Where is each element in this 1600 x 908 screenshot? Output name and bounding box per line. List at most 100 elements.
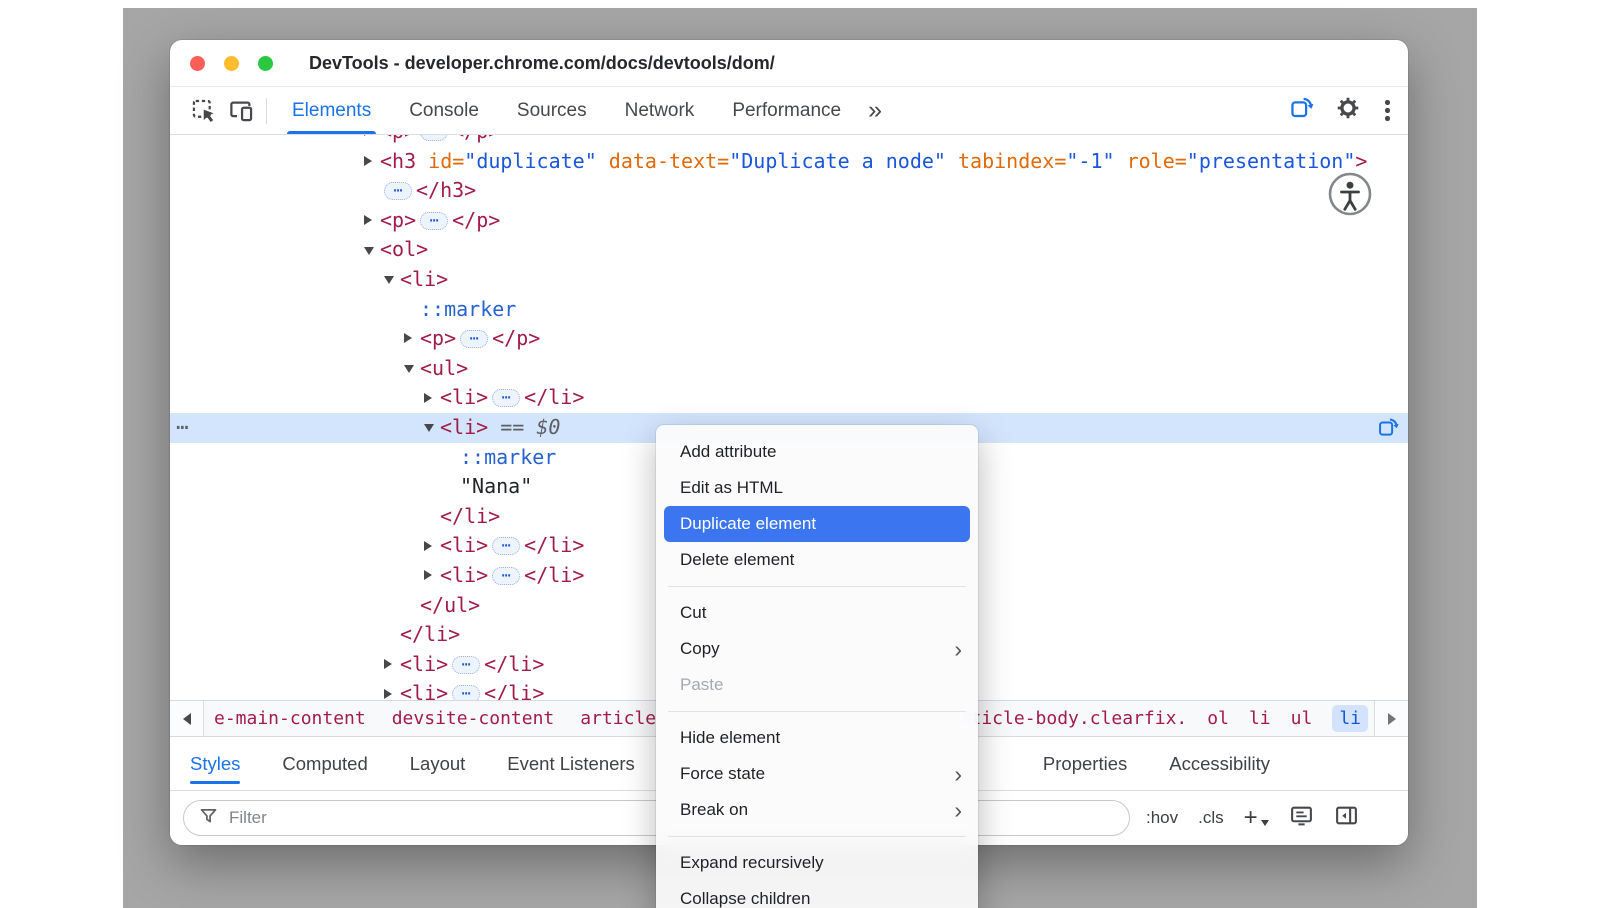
collapsed-content-icon[interactable]: ⋯: [420, 135, 448, 141]
token-tag: </li>: [524, 533, 584, 557]
tab-console[interactable]: Console: [390, 87, 498, 134]
menu-item-break-on[interactable]: Break on›: [656, 792, 978, 828]
expand-arrow-icon[interactable]: [404, 333, 412, 343]
token-val: "Duplicate a node": [729, 149, 946, 173]
expand-arrow-icon[interactable]: [424, 570, 432, 580]
collapsed-content-icon[interactable]: ⋯: [492, 537, 520, 555]
toggle-sidebar-icon[interactable]: [1334, 803, 1359, 833]
menu-item-label: Copy: [680, 639, 720, 659]
breadcrumb-item[interactable]: rticle-body.clearfix.: [960, 708, 1188, 729]
collapse-arrow-icon[interactable]: [384, 276, 394, 284]
tab-label: Performance: [732, 100, 841, 122]
dom-tree-row[interactable]: ::marker: [170, 295, 1408, 325]
submenu-chevron-icon: ›: [954, 638, 962, 661]
rendering-display-icon[interactable]: [1289, 803, 1314, 833]
menu-item-copy[interactable]: Copy ›: [656, 631, 978, 667]
sidebar-tab-styles[interactable]: Styles: [190, 737, 240, 790]
accessibility-widget-button[interactable]: [1328, 172, 1372, 216]
menu-item-duplicate-element[interactable]: Duplicate element: [664, 506, 970, 542]
sync-badge-icon[interactable]: [1289, 95, 1315, 126]
expand-arrow-icon[interactable]: [384, 659, 392, 669]
menu-item-label: Delete element: [680, 550, 794, 570]
expand-arrow-icon[interactable]: [384, 689, 392, 699]
dom-tree-row[interactable]: <p>⋯</p>: [170, 206, 1408, 236]
dom-tree-row[interactable]: <h3 id="duplicate" data-text="Duplicate …: [170, 147, 1408, 177]
panel-tabs: Elements Console Sources Network Performance: [273, 87, 860, 134]
collapsed-content-icon[interactable]: ⋯: [492, 567, 520, 585]
collapsed-content-icon[interactable]: ⋯: [452, 656, 480, 674]
dom-tree-row[interactable]: <p>⋯</p>: [170, 135, 1408, 147]
close-window-button[interactable]: [190, 56, 205, 71]
minimize-window-button[interactable]: [224, 56, 239, 71]
dom-tree-row[interactable]: ⋯</h3>: [170, 176, 1408, 206]
element-classes-button[interactable]: .cls: [1198, 808, 1224, 828]
collapse-arrow-icon[interactable]: [404, 365, 414, 373]
menu-item-add-attribute[interactable]: Add attribute: [656, 434, 978, 470]
expand-arrow-icon[interactable]: [364, 156, 372, 166]
settings-gear-icon[interactable]: [1335, 95, 1361, 126]
collapsed-content-icon[interactable]: ⋯: [452, 685, 480, 700]
breadcrumb-scroll-left-button[interactable]: [170, 701, 204, 736]
toggle-element-state-button[interactable]: :hov: [1146, 808, 1178, 828]
menu-item-cut[interactable]: Cut: [656, 595, 978, 631]
collapsed-content-icon[interactable]: ⋯: [492, 389, 520, 407]
breadcrumb-item[interactable]: devsite-content: [392, 708, 555, 729]
tab-network[interactable]: Network: [606, 87, 714, 134]
collapsed-content-icon[interactable]: ⋯: [384, 182, 412, 200]
dom-tree-row[interactable]: <ol>: [170, 235, 1408, 265]
menu-item-expand-recursively[interactable]: Expand recursively: [656, 845, 978, 881]
new-style-rule-button[interactable]: +: [1244, 808, 1269, 828]
menu-item-collapse-children[interactable]: Collapse children: [656, 881, 978, 908]
dom-tree-row[interactable]: <li>: [170, 265, 1408, 295]
inspect-icon[interactable]: [184, 87, 222, 134]
menu-item-paste[interactable]: Paste: [656, 667, 978, 703]
tab-elements[interactable]: Elements: [273, 87, 390, 134]
token-tag: <li>: [400, 267, 448, 291]
dom-tree-row[interactable]: <p>⋯</p>: [170, 324, 1408, 354]
row-actions-icon[interactable]: ⋯: [176, 413, 190, 443]
sidebar-tab-properties[interactable]: Properties: [1043, 737, 1127, 790]
tab-label: Elements: [292, 100, 371, 122]
sidebar-tab-accessibility[interactable]: Accessibility: [1169, 737, 1270, 790]
breadcrumb-item[interactable]: li: [1249, 708, 1271, 729]
breadcrumb-item-selected[interactable]: li: [1332, 705, 1368, 732]
token-tag: </li>: [524, 385, 584, 409]
breadcrumb-item[interactable]: e-main-content: [214, 708, 366, 729]
collapsed-content-icon[interactable]: ⋯: [420, 212, 448, 230]
dom-tree-row[interactable]: <ul>: [170, 354, 1408, 384]
kebab-menu-icon[interactable]: [1381, 96, 1394, 124]
element-sync-badge-icon[interactable]: [1377, 416, 1400, 439]
expand-arrow-icon[interactable]: [364, 215, 372, 225]
devtools-toolbar: Elements Console Sources Network Performance…: [170, 87, 1408, 135]
token-tag: <li>: [400, 652, 448, 676]
breadcrumb: e-main-content devsite-content article: [204, 701, 656, 736]
expand-arrow-icon[interactable]: [424, 393, 432, 403]
token-tag: </p>: [452, 135, 500, 143]
menu-item-hide-element[interactable]: Hide element: [656, 720, 978, 756]
dom-tree-row[interactable]: <li>⋯</li>: [170, 383, 1408, 413]
sidebar-tab-event-listeners[interactable]: Event Listeners: [507, 737, 635, 790]
breadcrumb-item[interactable]: ol: [1207, 708, 1229, 729]
expand-arrow-icon[interactable]: [424, 541, 432, 551]
tab-sources[interactable]: Sources: [498, 87, 606, 134]
token-tag: <li>: [400, 681, 448, 700]
zoom-window-button[interactable]: [258, 56, 273, 71]
breadcrumb-item[interactable]: article: [580, 708, 656, 729]
expand-arrow-icon[interactable]: [364, 135, 372, 136]
menu-item-delete-element[interactable]: Delete element: [656, 542, 978, 578]
breadcrumb-scroll-right-button[interactable]: [1374, 701, 1408, 736]
menu-item-edit-as-html[interactable]: Edit as HTML: [656, 470, 978, 506]
collapse-arrow-icon[interactable]: [424, 424, 434, 432]
collapsed-content-icon[interactable]: ⋯: [460, 330, 488, 348]
tab-performance[interactable]: Performance: [713, 87, 860, 134]
device-toolbar-icon[interactable]: [222, 87, 260, 134]
breadcrumb-item[interactable]: ul: [1291, 708, 1313, 729]
sidebar-tab-computed[interactable]: Computed: [282, 737, 367, 790]
sidebar-tab-layout[interactable]: Layout: [410, 737, 466, 790]
collapse-arrow-icon[interactable]: [364, 247, 374, 255]
menu-divider: [668, 711, 966, 712]
token-tag: <ul>: [420, 356, 468, 380]
more-tabs-icon[interactable]: »: [868, 98, 882, 123]
tab-label: Sources: [517, 100, 587, 122]
menu-item-force-state[interactable]: Force state›: [656, 756, 978, 792]
